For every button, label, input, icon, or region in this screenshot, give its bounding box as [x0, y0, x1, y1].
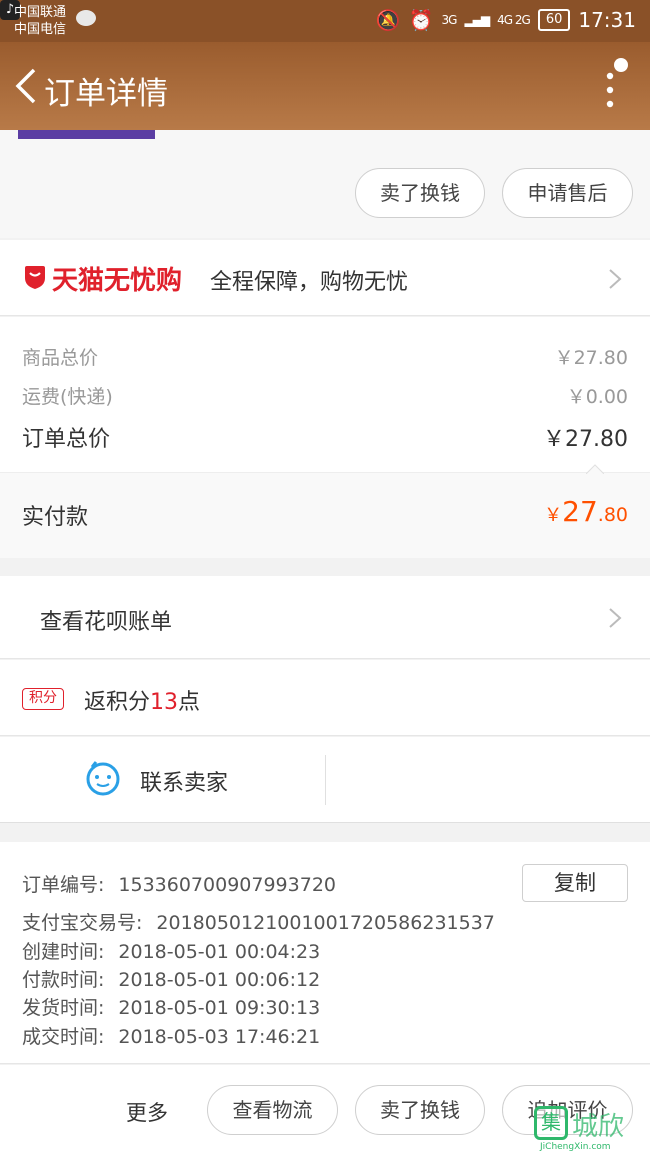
- divider: [325, 755, 326, 805]
- paid-row: 实付款 ￥27.80: [0, 464, 650, 558]
- chevron-right-icon: [609, 269, 622, 289]
- watermark-text: 城欣: [572, 1112, 625, 1142]
- more-button[interactable]: 更多: [126, 1097, 168, 1127]
- paid-amount: ￥27.80: [544, 495, 628, 528]
- points-badge: 积分: [22, 688, 64, 710]
- completed-time: 2018-05-03 17:46:21: [118, 1026, 321, 1048]
- more-icon[interactable]: [606, 72, 614, 108]
- chevron-right-icon: [609, 608, 622, 628]
- contact-row: 联系卖家: [0, 737, 650, 823]
- tmall-guarantee-row[interactable]: 天猫无忧购 全程保障，购物无忧: [0, 240, 650, 316]
- notification-dot: [614, 58, 628, 72]
- created-label: 创建时间:: [22, 941, 105, 963]
- price-summary: 商品总价 ￥27.80 运费(快递) ￥0.00 订单总价 ￥27.80: [0, 317, 650, 472]
- chat-icon: [76, 10, 96, 26]
- points-row: 积分 返积分13点: [0, 660, 650, 736]
- goods-total-row: 商品总价 ￥27.80: [22, 343, 628, 370]
- tmall-shield-icon: [25, 266, 45, 289]
- points-text: 返积分13点: [84, 684, 200, 716]
- paid-time-row: 付款时间: 2018-05-01 00:06:12: [22, 965, 320, 992]
- paid-integer: 27: [562, 495, 598, 528]
- nav-header: 订单详情: [0, 42, 650, 130]
- contact-seller-button[interactable]: 联系卖家: [140, 765, 228, 797]
- order-total-row: 订单总价 ￥27.80: [22, 421, 628, 453]
- battery-icon: 60: [537, 9, 571, 31]
- order-info: 订单编号: 153360700907993720 复制 支付宝交易号: 201805…: [0, 842, 650, 1064]
- logistics-button[interactable]: 查看物流: [207, 1085, 338, 1135]
- back-icon[interactable]: [12, 68, 40, 104]
- completed-row: 成交时间: 2018-05-03 17:46:21: [22, 1022, 320, 1049]
- caret-up-icon: [586, 464, 604, 474]
- after-sale-button[interactable]: 申请售后: [502, 168, 633, 218]
- signal-icon: ▂▄▆: [464, 13, 490, 27]
- alipay-row: 支付宝交易号: 2018050121001001720586231537: [22, 908, 495, 935]
- order-number-label: 订单编号:: [22, 874, 105, 896]
- alipay-number: 2018050121001001720586231537: [156, 912, 495, 934]
- points-suffix: 点: [178, 690, 201, 715]
- copy-button[interactable]: 复制: [522, 864, 628, 902]
- alarm-icon: ⏰: [408, 8, 434, 32]
- status-bar: 中国联通 中国电信 ♪ 🔕 ⏰ 3G ▂▄▆ 4G 2G 60 17:31: [0, 0, 650, 42]
- customer-service-icon[interactable]: [84, 759, 122, 797]
- goods-total-label: 商品总价: [22, 347, 99, 369]
- shipped-time: 2018-05-01 09:30:13: [118, 997, 321, 1019]
- created-time: 2018-05-01 00:04:23: [118, 941, 321, 963]
- page-title: 订单详情: [44, 76, 168, 112]
- item-actions-section: 卖了换钱 申请售后: [0, 130, 650, 238]
- network-2: 4G 2G: [497, 13, 531, 27]
- paid-label: 实付款: [22, 505, 89, 530]
- completed-label: 成交时间:: [22, 1026, 105, 1048]
- shipping-label: 运费(快递): [22, 386, 113, 408]
- watermark-url: JiChengXin.com: [540, 1142, 611, 1152]
- paid-decimal: .80: [597, 504, 628, 526]
- paid-time: 2018-05-01 00:06:12: [118, 969, 321, 991]
- order-number: 153360700907993720: [118, 874, 336, 896]
- points-amount: 13: [150, 690, 179, 715]
- huabei-bill-row[interactable]: 查看花呗账单: [0, 576, 650, 659]
- created-row: 创建时间: 2018-05-01 00:04:23: [22, 937, 320, 964]
- carrier-1: 中国联通: [14, 5, 67, 20]
- paid-currency: ￥: [544, 505, 563, 526]
- shipping-row: 运费(快递) ￥0.00: [22, 382, 628, 409]
- points-prefix: 返积分: [84, 690, 151, 715]
- goods-total-value: ￥27.80: [554, 347, 628, 369]
- alipay-label: 支付宝交易号:: [22, 912, 143, 934]
- mute-icon: 🔕: [375, 8, 401, 32]
- carrier-2: 中国电信: [14, 22, 67, 37]
- guarantee-slogan: 全程保障，购物无忧: [210, 270, 409, 295]
- huabei-bill-label: 查看花呗账单: [40, 610, 173, 635]
- status-right: 🔕 ⏰ 3G ▂▄▆ 4G 2G 60 17:31: [376, 8, 636, 32]
- shipped-row: 发货时间: 2018-05-01 09:30:13: [22, 993, 320, 1020]
- order-total-value: ￥27.80: [543, 427, 628, 452]
- sell-exchange-button[interactable]: 卖了换钱: [355, 168, 485, 218]
- network-1: 3G: [441, 13, 458, 27]
- order-number-row: 订单编号: 153360700907993720: [22, 870, 336, 897]
- site-watermark: 集 城欣 JiChengXin.com: [534, 1106, 644, 1152]
- watermark-logo: 集: [534, 1106, 568, 1140]
- sell-exchange-bottom-button[interactable]: 卖了换钱: [355, 1085, 485, 1135]
- shipping-value: ￥0.00: [566, 386, 628, 408]
- shipped-label: 发货时间:: [22, 997, 105, 1019]
- order-total-label: 订单总价: [22, 427, 111, 452]
- paid-time-label: 付款时间:: [22, 969, 105, 991]
- carrier-names: 中国联通 中国电信: [14, 4, 66, 38]
- clock: 17:31: [578, 8, 636, 32]
- product-thumbnail[interactable]: [18, 130, 155, 139]
- tmall-brand: 天猫无忧购: [52, 266, 183, 296]
